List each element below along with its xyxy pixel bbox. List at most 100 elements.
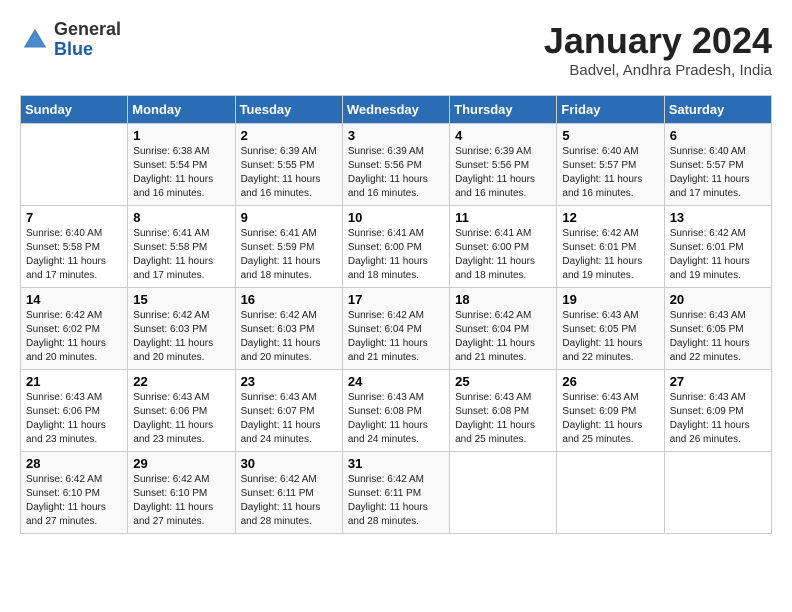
day-number: 16 bbox=[241, 292, 337, 307]
cell-content: Sunrise: 6:43 AM Sunset: 6:08 PM Dayligh… bbox=[455, 391, 551, 447]
cell-content: Sunrise: 6:38 AM Sunset: 5:54 PM Dayligh… bbox=[133, 145, 229, 201]
location-text: Badvel, Andhra Pradesh, India bbox=[544, 62, 772, 79]
day-number: 5 bbox=[562, 128, 658, 143]
cell-content: Sunrise: 6:39 AM Sunset: 5:55 PM Dayligh… bbox=[241, 145, 337, 201]
cell-content: Sunrise: 6:42 AM Sunset: 6:04 PM Dayligh… bbox=[348, 309, 444, 365]
weekday-header-cell: Saturday bbox=[664, 96, 771, 124]
cell-content: Sunrise: 6:39 AM Sunset: 5:56 PM Dayligh… bbox=[348, 145, 444, 201]
calendar-cell: 22Sunrise: 6:43 AM Sunset: 6:06 PM Dayli… bbox=[128, 370, 235, 452]
cell-content: Sunrise: 6:43 AM Sunset: 6:09 PM Dayligh… bbox=[562, 391, 658, 447]
calendar-week-row: 21 Sunrise: 6:43 AM Sunset: 6:06 PM Dayli… bbox=[21, 370, 772, 452]
day-number: 19 bbox=[562, 292, 658, 307]
day-number: 12 bbox=[562, 210, 658, 225]
cell-content: Sunrise: 6:43 AM Sunset: 6:06 PM Dayligh… bbox=[26, 391, 122, 447]
day-number: 14 bbox=[26, 292, 122, 307]
calendar-cell: 11Sunrise: 6:41 AM Sunset: 6:00 PM Dayli… bbox=[450, 206, 557, 288]
calendar-cell: 26 Sunrise: 6:43 AM Sunset: 6:09 PM Dayli… bbox=[557, 370, 664, 452]
weekday-header-cell: Friday bbox=[557, 96, 664, 124]
weekday-header-cell: Tuesday bbox=[235, 96, 342, 124]
cell-content: Sunrise: 6:40 AM Sunset: 5:58 PM Dayligh… bbox=[26, 227, 122, 283]
cell-content: Sunrise: 6:42 AM Sunset: 6:03 PM Dayligh… bbox=[241, 309, 337, 365]
cell-content: Sunrise: 6:41 AM Sunset: 5:59 PM Dayligh… bbox=[241, 227, 337, 283]
day-number: 21 bbox=[26, 374, 122, 389]
logo: General Blue bbox=[20, 20, 121, 60]
day-number: 8 bbox=[133, 210, 229, 225]
calendar-cell: 12 Sunrise: 6:42 AM Sunset: 6:01 PM Dayli… bbox=[557, 206, 664, 288]
calendar-cell: 28 Sunrise: 6:42 AM Sunset: 6:10 PM Dayli… bbox=[21, 452, 128, 534]
cell-content: Sunrise: 6:43 AM Sunset: 6:08 PM Dayligh… bbox=[348, 391, 444, 447]
calendar-cell: 7Sunrise: 6:40 AM Sunset: 5:58 PM Daylig… bbox=[21, 206, 128, 288]
calendar-week-row: 28 Sunrise: 6:42 AM Sunset: 6:10 PM Dayli… bbox=[21, 452, 772, 534]
logo-blue-text: Blue bbox=[54, 39, 93, 59]
calendar-week-row: 14 Sunrise: 6:42 AM Sunset: 6:02 PM Dayli… bbox=[21, 288, 772, 370]
calendar-cell: 14 Sunrise: 6:42 AM Sunset: 6:02 PM Dayli… bbox=[21, 288, 128, 370]
calendar-cell bbox=[664, 452, 771, 534]
calendar-cell: 25Sunrise: 6:43 AM Sunset: 6:08 PM Dayli… bbox=[450, 370, 557, 452]
calendar-cell: 29Sunrise: 6:42 AM Sunset: 6:10 PM Dayli… bbox=[128, 452, 235, 534]
cell-content: Sunrise: 6:42 AM Sunset: 6:11 PM Dayligh… bbox=[348, 473, 444, 529]
calendar-cell: 4 Sunrise: 6:39 AM Sunset: 5:56 PM Daylig… bbox=[450, 124, 557, 206]
calendar-cell: 1 Sunrise: 6:38 AM Sunset: 5:54 PM Daylig… bbox=[128, 124, 235, 206]
logo-text: General Blue bbox=[54, 20, 121, 60]
weekday-header-cell: Monday bbox=[128, 96, 235, 124]
calendar-cell: 3 Sunrise: 6:39 AM Sunset: 5:56 PM Daylig… bbox=[342, 124, 449, 206]
cell-content: Sunrise: 6:42 AM Sunset: 6:01 PM Dayligh… bbox=[562, 227, 658, 283]
calendar-cell: 21 Sunrise: 6:43 AM Sunset: 6:06 PM Dayli… bbox=[21, 370, 128, 452]
weekday-header-row: SundayMondayTuesdayWednesdayThursdayFrid… bbox=[21, 96, 772, 124]
day-number: 15 bbox=[133, 292, 229, 307]
cell-content: Sunrise: 6:43 AM Sunset: 6:06 PM Dayligh… bbox=[133, 391, 229, 447]
calendar-cell: 2 Sunrise: 6:39 AM Sunset: 5:55 PM Daylig… bbox=[235, 124, 342, 206]
title-block: January 2024 Badvel, Andhra Pradesh, Ind… bbox=[544, 20, 772, 79]
cell-content: Sunrise: 6:42 AM Sunset: 6:02 PM Dayligh… bbox=[26, 309, 122, 365]
day-number: 1 bbox=[133, 128, 229, 143]
cell-content: Sunrise: 6:39 AM Sunset: 5:56 PM Dayligh… bbox=[455, 145, 551, 201]
calendar-cell: 9 Sunrise: 6:41 AM Sunset: 5:59 PM Daylig… bbox=[235, 206, 342, 288]
weekday-header-cell: Thursday bbox=[450, 96, 557, 124]
logo-icon bbox=[20, 25, 50, 55]
page-header: General Blue January 2024 Badvel, Andhra… bbox=[20, 20, 772, 79]
cell-content: Sunrise: 6:43 AM Sunset: 6:05 PM Dayligh… bbox=[670, 309, 766, 365]
day-number: 24 bbox=[348, 374, 444, 389]
cell-content: Sunrise: 6:40 AM Sunset: 5:57 PM Dayligh… bbox=[670, 145, 766, 201]
calendar-week-row: 7Sunrise: 6:40 AM Sunset: 5:58 PM Daylig… bbox=[21, 206, 772, 288]
calendar-cell: 15 Sunrise: 6:42 AM Sunset: 6:03 PM Dayli… bbox=[128, 288, 235, 370]
weekday-header-cell: Sunday bbox=[21, 96, 128, 124]
calendar-cell bbox=[557, 452, 664, 534]
cell-content: Sunrise: 6:43 AM Sunset: 6:05 PM Dayligh… bbox=[562, 309, 658, 365]
calendar-table: SundayMondayTuesdayWednesdayThursdayFrid… bbox=[20, 95, 772, 534]
calendar-cell: 17 Sunrise: 6:42 AM Sunset: 6:04 PM Dayli… bbox=[342, 288, 449, 370]
cell-content: Sunrise: 6:41 AM Sunset: 6:00 PM Dayligh… bbox=[348, 227, 444, 283]
day-number: 28 bbox=[26, 456, 122, 471]
day-number: 4 bbox=[455, 128, 551, 143]
day-number: 26 bbox=[562, 374, 658, 389]
calendar-cell: 24 Sunrise: 6:43 AM Sunset: 6:08 PM Dayli… bbox=[342, 370, 449, 452]
cell-content: Sunrise: 6:42 AM Sunset: 6:04 PM Dayligh… bbox=[455, 309, 551, 365]
calendar-cell: 20Sunrise: 6:43 AM Sunset: 6:05 PM Dayli… bbox=[664, 288, 771, 370]
day-number: 18 bbox=[455, 292, 551, 307]
calendar-cell: 23Sunrise: 6:43 AM Sunset: 6:07 PM Dayli… bbox=[235, 370, 342, 452]
day-number: 6 bbox=[670, 128, 766, 143]
calendar-cell: 5 Sunrise: 6:40 AM Sunset: 5:57 PM Daylig… bbox=[557, 124, 664, 206]
cell-content: Sunrise: 6:42 AM Sunset: 6:10 PM Dayligh… bbox=[26, 473, 122, 529]
day-number: 3 bbox=[348, 128, 444, 143]
cell-content: Sunrise: 6:42 AM Sunset: 6:11 PM Dayligh… bbox=[241, 473, 337, 529]
day-number: 29 bbox=[133, 456, 229, 471]
weekday-header-cell: Wednesday bbox=[342, 96, 449, 124]
calendar-cell: 10Sunrise: 6:41 AM Sunset: 6:00 PM Dayli… bbox=[342, 206, 449, 288]
cell-content: Sunrise: 6:42 AM Sunset: 6:03 PM Dayligh… bbox=[133, 309, 229, 365]
calendar-cell: 31Sunrise: 6:42 AM Sunset: 6:11 PM Dayli… bbox=[342, 452, 449, 534]
calendar-cell bbox=[450, 452, 557, 534]
day-number: 23 bbox=[241, 374, 337, 389]
day-number: 9 bbox=[241, 210, 337, 225]
day-number: 17 bbox=[348, 292, 444, 307]
calendar-body: 1 Sunrise: 6:38 AM Sunset: 5:54 PM Daylig… bbox=[21, 124, 772, 534]
day-number: 2 bbox=[241, 128, 337, 143]
cell-content: Sunrise: 6:42 AM Sunset: 6:01 PM Dayligh… bbox=[670, 227, 766, 283]
day-number: 27 bbox=[670, 374, 766, 389]
calendar-cell: 13Sunrise: 6:42 AM Sunset: 6:01 PM Dayli… bbox=[664, 206, 771, 288]
cell-content: Sunrise: 6:40 AM Sunset: 5:57 PM Dayligh… bbox=[562, 145, 658, 201]
calendar-cell: 19 Sunrise: 6:43 AM Sunset: 6:05 PM Dayli… bbox=[557, 288, 664, 370]
calendar-cell bbox=[21, 124, 128, 206]
cell-content: Sunrise: 6:41 AM Sunset: 5:58 PM Dayligh… bbox=[133, 227, 229, 283]
day-number: 30 bbox=[241, 456, 337, 471]
